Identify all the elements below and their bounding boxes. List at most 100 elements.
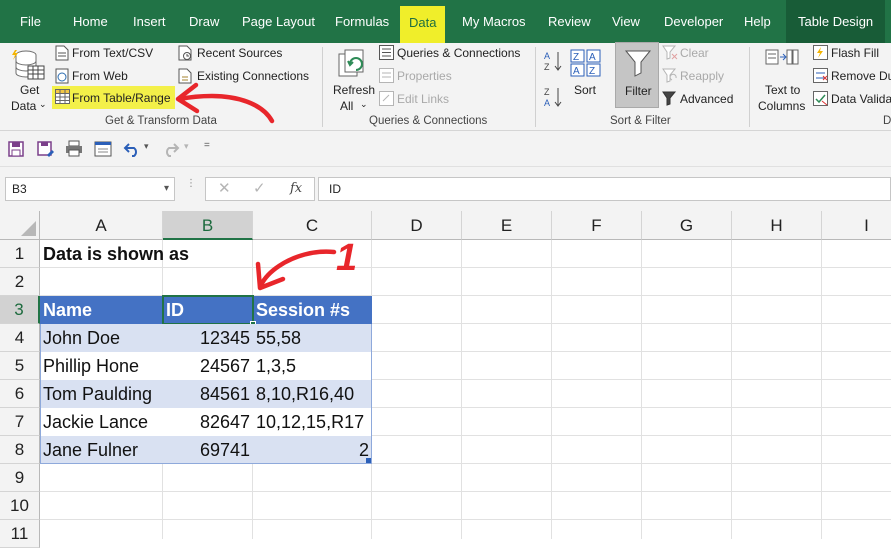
ribbon-separator [322, 47, 323, 127]
table-cell[interactable]: Jane Fulner [40, 436, 163, 464]
column-header-a[interactable]: A [40, 211, 163, 240]
svg-text:Z: Z [573, 52, 579, 63]
chevron-down-icon: ⌄ [360, 99, 368, 109]
table-cell[interactable]: 55,58 [253, 324, 372, 352]
enter-icon[interactable]: ✓ [253, 179, 266, 197]
flash-fill-button[interactable]: Flash Fill [812, 44, 891, 64]
row-header-9[interactable]: 9 [0, 464, 40, 492]
table-cell[interactable]: Jackie Lance [40, 408, 163, 436]
row-header-5[interactable]: 5 [0, 352, 40, 380]
column-header-d[interactable]: D [372, 211, 462, 240]
row-header-1[interactable]: 1 [0, 240, 40, 268]
undo-dropdown-icon[interactable]: ▾ [144, 141, 149, 152]
menu-formulas[interactable]: Formulas [335, 0, 389, 43]
existing-connections-button[interactable]: Existing Connections [177, 67, 317, 87]
menu-page-layout[interactable]: Page Layout [242, 0, 315, 43]
chevron-down-icon[interactable]: ▾ [164, 178, 169, 200]
column-header-i[interactable]: I [822, 211, 891, 240]
from-text-csv-button[interactable]: From Text/CSV [54, 44, 174, 64]
gridline [40, 519, 891, 520]
formula-bar-grip-icon[interactable]: ⋮ [186, 179, 196, 189]
table-cell[interactable]: 8,10,R16,40 [253, 380, 372, 408]
table-header-name[interactable]: Name [40, 296, 163, 324]
menu-home[interactable]: Home [73, 0, 108, 43]
menu-draw[interactable]: Draw [189, 0, 219, 43]
column-header-f[interactable]: F [552, 211, 642, 240]
advanced-button[interactable]: Advanced [662, 90, 742, 110]
row-header-11[interactable]: 11 [0, 520, 40, 548]
edit-links-button[interactable]: Edit Links [378, 90, 468, 110]
table-cell[interactable]: 84561 [163, 380, 253, 408]
name-box[interactable]: B3 ▾ [5, 177, 175, 201]
table-resize-handle[interactable] [366, 458, 371, 463]
sort-button[interactable]: ZAAZ Sort [569, 47, 603, 101]
redo-dropdown-icon[interactable]: ▾ [184, 141, 189, 152]
table-cell[interactable]: John Doe [40, 324, 163, 352]
save-as-icon[interactable] [37, 141, 54, 158]
row-header-10[interactable]: 10 [0, 492, 40, 520]
sort-descending-button[interactable]: ZA [543, 85, 565, 111]
row-header-2[interactable]: 2 [0, 268, 40, 296]
remove-duplicates-label: Remove Du [831, 69, 891, 83]
save-icon[interactable] [8, 141, 24, 157]
table-cell[interactable]: 24567 [163, 352, 253, 380]
menu-file[interactable]: File [20, 0, 41, 43]
menu-table-design[interactable]: Table Design [786, 0, 886, 43]
redo-icon[interactable] [162, 141, 180, 157]
text-to-columns-button[interactable]: Text to Columns [756, 47, 808, 113]
reapply-button[interactable]: Reapply [662, 67, 742, 87]
cell-a1[interactable]: Data is shown as [40, 240, 192, 268]
refresh-label-2: All [340, 99, 354, 113]
get-data-button[interactable]: Get Data ⌄ [6, 47, 48, 113]
print-icon[interactable] [65, 140, 83, 157]
clear-button[interactable]: Clear [662, 44, 732, 64]
menu-developer[interactable]: Developer [664, 0, 723, 43]
row-header-7[interactable]: 7 [0, 408, 40, 436]
menu-view[interactable]: View [612, 0, 640, 43]
column-header-h[interactable]: H [732, 211, 822, 240]
remove-duplicates-button[interactable]: Remove Du [812, 67, 891, 87]
table-cell[interactable]: 2 [253, 436, 372, 464]
table-cell[interactable]: Tom Paulding [40, 380, 163, 408]
row-header-3[interactable]: 3 [0, 296, 40, 324]
column-header-g[interactable]: G [642, 211, 732, 240]
row-header-8[interactable]: 8 [0, 436, 40, 464]
get-data-label-1: Get [20, 83, 40, 97]
table-cell[interactable]: 12345 [163, 324, 253, 352]
refresh-all-button[interactable]: Refresh All ⌄ [330, 47, 376, 113]
row-header-6[interactable]: 6 [0, 380, 40, 408]
recent-sources-button[interactable]: Recent Sources [177, 44, 297, 64]
select-all-corner[interactable] [0, 211, 40, 240]
sort-ascending-button[interactable]: AZ [543, 49, 565, 75]
column-header-c[interactable]: C [253, 211, 372, 240]
filter-button[interactable]: Filter [615, 42, 659, 108]
menu-my-macros[interactable]: My Macros [462, 0, 526, 43]
cancel-icon[interactable]: ✕ [218, 179, 231, 197]
table-cell[interactable]: 1,3,5 [253, 352, 372, 380]
column-header-b[interactable]: B [163, 211, 253, 240]
from-web-button[interactable]: From Web [54, 67, 154, 87]
customize-qat-icon[interactable]: = [204, 140, 210, 151]
menu-help[interactable]: Help [744, 0, 771, 43]
menu-insert[interactable]: Insert [133, 0, 166, 43]
formula-input[interactable]: ID [318, 177, 891, 201]
table-cell[interactable]: 82647 [163, 408, 253, 436]
insert-function-icon[interactable]: fx [290, 181, 302, 196]
table-cell[interactable]: Phillip Hone [40, 352, 163, 380]
select-all-triangle-icon [21, 221, 36, 236]
queries-connections-button[interactable]: Queries & Connections [378, 44, 528, 64]
advanced-filter-icon [662, 91, 677, 106]
row-header-4[interactable]: 4 [0, 324, 40, 352]
menu-data[interactable]: Data [400, 6, 446, 43]
data-validation-button[interactable]: Data Validat [812, 90, 891, 110]
table-cell[interactable]: 69741 [163, 436, 253, 464]
properties-button[interactable]: Properties [378, 67, 468, 87]
column-header-e[interactable]: E [462, 211, 552, 240]
undo-icon[interactable] [123, 141, 141, 157]
from-text-csv-label: From Text/CSV [72, 46, 154, 60]
print-preview-icon[interactable] [94, 141, 112, 157]
menu-review[interactable]: Review [548, 0, 591, 43]
table-cell[interactable]: 10,12,15,R17 [253, 408, 372, 436]
table-header-session[interactable]: Session #s [253, 296, 372, 324]
from-table-range-button[interactable]: From Table/Range [52, 86, 175, 109]
